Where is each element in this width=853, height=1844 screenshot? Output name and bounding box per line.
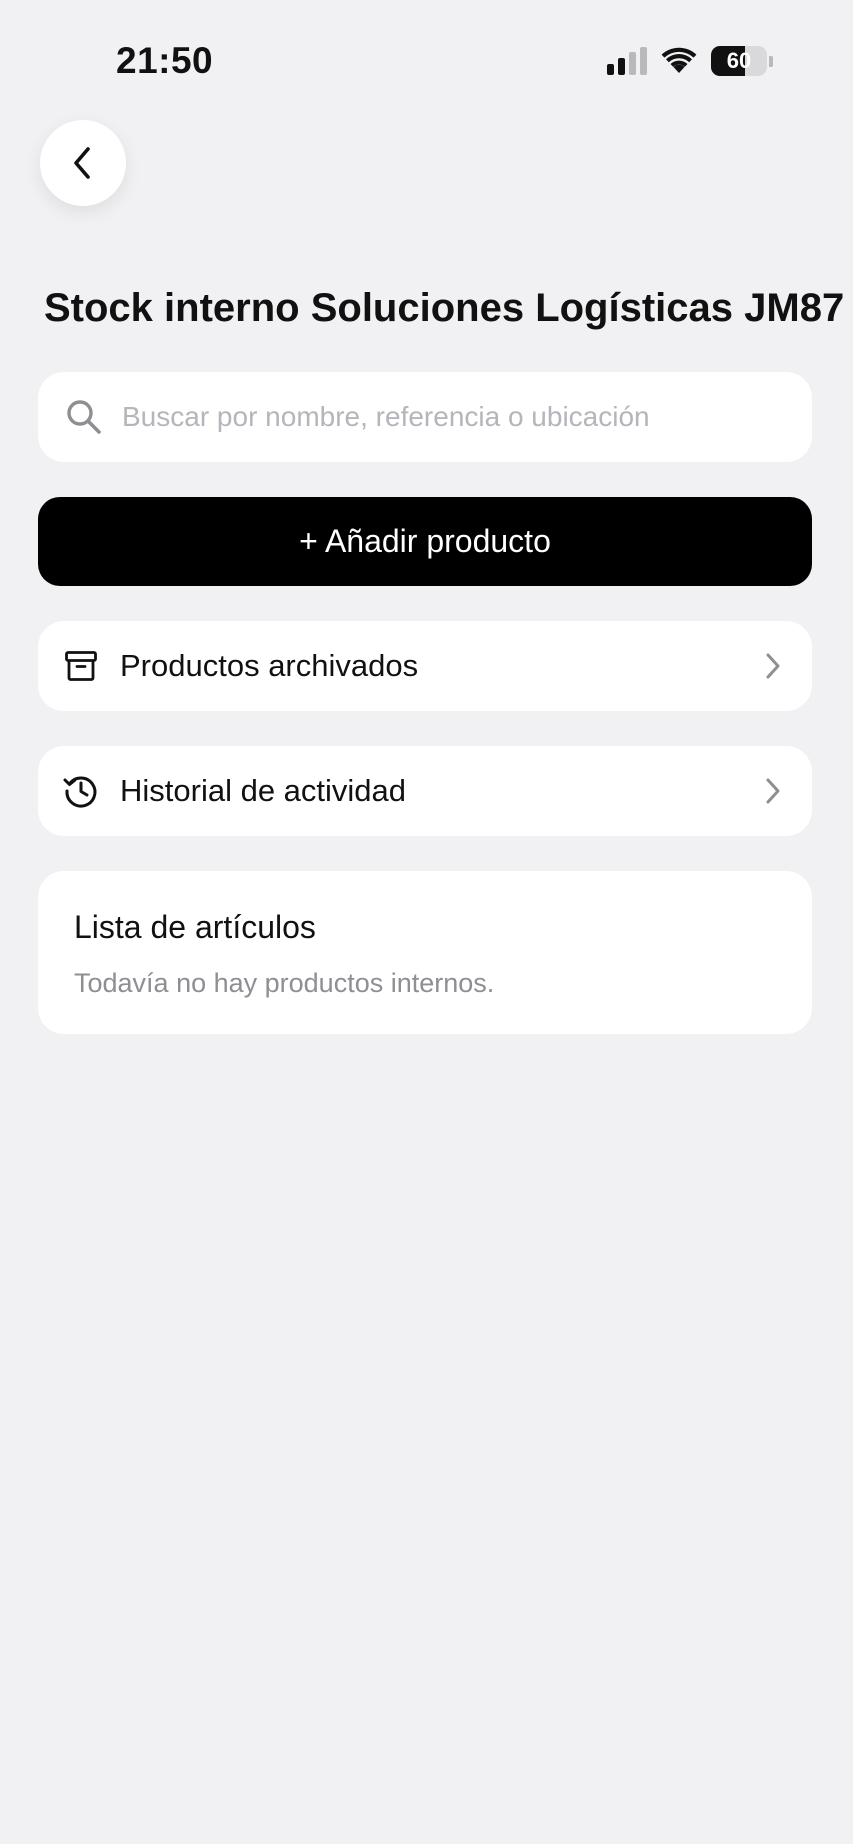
battery-tip — [769, 55, 773, 67]
archive-box-icon — [62, 647, 100, 685]
items-list-heading: Lista de artículos — [74, 909, 316, 945]
back-button[interactable] — [40, 120, 126, 206]
search-icon — [67, 400, 101, 434]
wifi-icon — [661, 47, 697, 73]
status-time: 21:50 — [116, 40, 214, 81]
archived-products-label: Productos archivados — [120, 648, 419, 683]
activity-history-item[interactable]: Historial de actividad — [38, 746, 812, 836]
status-icons: 60 — [607, 46, 773, 76]
screen: 21:50 60 Stock interno Soluciones Logíst… — [0, 0, 853, 1844]
items-list-empty-message: Todavía no hay productos internos. — [74, 968, 495, 998]
battery-icon: 60 — [711, 46, 767, 76]
activity-history-label: Historial de actividad — [120, 773, 407, 808]
chevron-right-icon — [766, 653, 780, 679]
history-icon — [62, 772, 100, 810]
search-input[interactable] — [122, 401, 782, 433]
archived-products-item[interactable]: Productos archivados — [38, 621, 812, 711]
items-list-card: Lista de artículos Todavía no hay produc… — [38, 871, 812, 1034]
chevron-right-icon — [766, 778, 780, 804]
chevron-left-icon — [74, 147, 90, 179]
battery-percent: 60 — [726, 48, 752, 73]
signal-icon — [607, 47, 647, 75]
page-title: Stock interno Soluciones Logísticas JM87 — [44, 286, 845, 330]
add-product-button[interactable]: + Añadir producto — [38, 497, 812, 586]
search-bar[interactable] — [38, 372, 812, 462]
